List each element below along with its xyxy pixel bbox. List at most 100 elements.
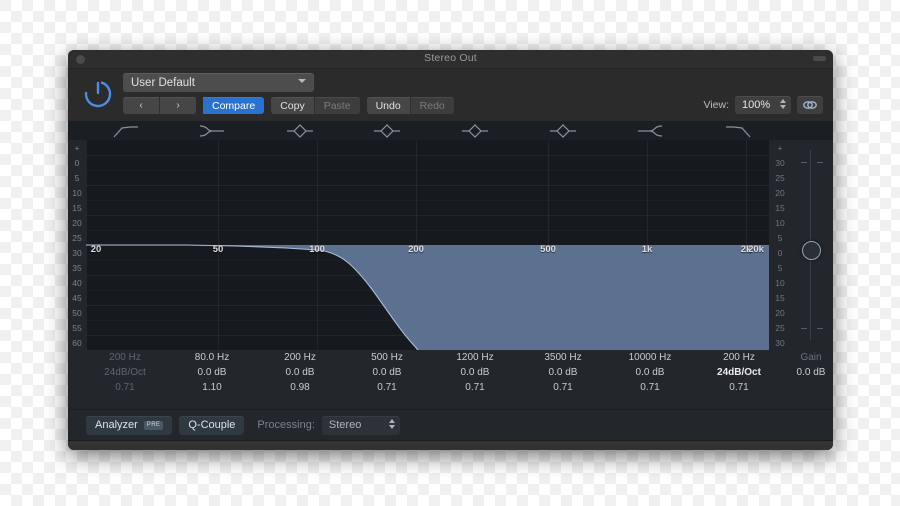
db-tick-right: 10 xyxy=(775,278,785,288)
stepper-icon xyxy=(388,418,395,429)
peak-filter-icon[interactable] xyxy=(546,123,580,139)
band-q[interactable]: 0.71 xyxy=(606,380,694,395)
low-shelf-filter-icon[interactable] xyxy=(195,123,229,139)
band-frequency[interactable]: 200 Hz xyxy=(256,350,344,365)
freq-tick-label: 20 xyxy=(90,244,102,255)
db-tick-left: 30 xyxy=(72,248,82,258)
plugin-footer: Linear Phase EQ xyxy=(68,440,833,450)
band-frequency[interactable]: 1200 Hz xyxy=(431,350,519,365)
db-tick-left: 35 xyxy=(72,263,82,273)
clipboard-button-group: Copy Paste xyxy=(271,97,360,114)
peak-filter-icon[interactable] xyxy=(283,123,317,139)
band-icon-strip xyxy=(68,122,833,140)
processing-value: Stereo xyxy=(328,419,362,431)
peak-filter-icon[interactable] xyxy=(458,123,492,139)
db-axis-left: + 0 5 10 15 20 25 30 35 40 45 50 55 60 xyxy=(68,140,86,350)
band-gain[interactable]: 24dB/Oct xyxy=(695,365,783,380)
band-q[interactable]: 0.71 xyxy=(431,380,519,395)
db-tick-right: 20 xyxy=(775,188,785,198)
band-gain[interactable]: 0.0 dB xyxy=(431,365,519,380)
nav-button-group: ‹ › xyxy=(123,97,196,114)
power-icon[interactable] xyxy=(80,76,116,112)
window-widget-icon[interactable] xyxy=(813,56,826,61)
band-frequency[interactable]: 80.0 Hz xyxy=(168,350,256,365)
db-tick-left: 5 xyxy=(74,173,80,183)
db-tick-left: 45 xyxy=(72,293,82,303)
band-q[interactable]: 0.98 xyxy=(256,380,344,395)
zoom-stepper[interactable]: 100% xyxy=(735,96,791,114)
plugin-bottom-bar: Analyzer PRE Q-Couple Processing: Stereo xyxy=(68,409,833,440)
freq-tick-label: 50 xyxy=(212,244,224,255)
band-frequency[interactable]: 3500 Hz xyxy=(519,350,607,365)
copy-button[interactable]: Copy xyxy=(271,97,314,114)
prev-preset-button[interactable]: ‹ xyxy=(123,97,159,114)
compare-button[interactable]: Compare xyxy=(203,97,265,114)
toolbar-button-row: ‹ › Compare Copy Paste Undo Redo xyxy=(123,97,461,114)
preset-select[interactable]: User Default xyxy=(123,73,314,92)
db-tick-left: 40 xyxy=(72,278,82,288)
band-gain[interactable]: 0.0 dB xyxy=(606,365,694,380)
eq-graph[interactable]: 20 50 100 200 500 1k 2k 5k 10k 20k xyxy=(86,140,769,350)
db-tick-right: 10 xyxy=(775,218,785,228)
compare-button-group: Compare xyxy=(203,97,265,114)
redo-button[interactable]: Redo xyxy=(409,97,454,114)
next-preset-button[interactable]: › xyxy=(159,97,196,114)
db-tick-left: 15 xyxy=(72,203,82,213)
db-tick-right: 0 xyxy=(777,248,783,258)
band-params-1[interactable]: 200 Hz 24dB/Oct 0.71 xyxy=(81,350,169,395)
highpass-filter-icon[interactable] xyxy=(108,123,142,139)
master-gain-readout[interactable]: Gain 0.0 dB xyxy=(788,350,833,380)
window-titlebar: Stereo Out xyxy=(68,50,833,69)
band-parameter-rows: 200 Hz 24dB/Oct 0.71 80.0 Hz 0.0 dB 1.10… xyxy=(68,350,833,396)
master-gain-slider[interactable] xyxy=(793,140,829,350)
q-couple-button[interactable]: Q-Couple xyxy=(179,415,245,435)
band-gain[interactable]: 0.0 dB xyxy=(343,365,431,380)
db-tick-right: 15 xyxy=(775,203,785,213)
band-frequency[interactable]: 200 Hz xyxy=(695,350,783,365)
db-tick-left: 10 xyxy=(72,188,82,198)
band-params-2[interactable]: 80.0 Hz 0.0 dB 1.10 xyxy=(168,350,256,395)
band-gain[interactable]: 0.0 dB xyxy=(256,365,344,380)
band-q[interactable]: 0.71 xyxy=(81,380,169,395)
band-q[interactable]: 1.10 xyxy=(168,380,256,395)
window-title: Stereo Out xyxy=(424,52,477,64)
band-q[interactable]: 0.71 xyxy=(519,380,607,395)
band-frequency[interactable]: 10000 Hz xyxy=(606,350,694,365)
band-q[interactable]: 0.71 xyxy=(343,380,431,395)
db-tick-left: 55 xyxy=(72,323,82,333)
analyzer-pre-badge[interactable]: PRE xyxy=(143,420,164,430)
analyzer-button[interactable]: Analyzer PRE xyxy=(86,415,173,435)
paste-button[interactable]: Paste xyxy=(313,97,360,114)
band-params-3[interactable]: 200 Hz 0.0 dB 0.98 xyxy=(256,350,344,395)
link-icon[interactable] xyxy=(797,96,823,114)
db-tick-right: 25 xyxy=(775,173,785,183)
band-gain[interactable]: 24dB/Oct xyxy=(81,365,169,380)
band-params-8[interactable]: 200 Hz 24dB/Oct 0.71 xyxy=(695,350,783,395)
band-params-4[interactable]: 500 Hz 0.0 dB 0.71 xyxy=(343,350,431,395)
band-gain[interactable]: 0.0 dB xyxy=(519,365,607,380)
peak-filter-icon[interactable] xyxy=(370,123,404,139)
db-tick-right: 5 xyxy=(777,263,783,273)
gain-slider-knob[interactable] xyxy=(802,241,821,260)
db-tick-right: 5 xyxy=(777,233,783,243)
band-frequency[interactable]: 200 Hz xyxy=(81,350,169,365)
preset-name: User Default xyxy=(131,76,195,89)
lowpass-filter-icon[interactable] xyxy=(722,123,756,139)
chevron-down-icon xyxy=(298,79,306,83)
undo-button[interactable]: Undo xyxy=(366,97,410,114)
zoom-value: 100% xyxy=(742,99,771,111)
db-tick-left: 0 xyxy=(74,158,80,168)
band-params-5[interactable]: 1200 Hz 0.0 dB 0.71 xyxy=(431,350,519,395)
band-frequency[interactable]: 500 Hz xyxy=(343,350,431,365)
band-q[interactable]: 0.71 xyxy=(695,380,783,395)
band-params-7[interactable]: 10000 Hz 0.0 dB 0.71 xyxy=(606,350,694,395)
band-gain[interactable]: 0.0 dB xyxy=(168,365,256,380)
eq-body: + 0 5 10 15 20 25 30 35 40 45 50 55 60 2… xyxy=(68,122,833,409)
db-tick-left: 20 xyxy=(72,218,82,228)
processing-select[interactable]: Stereo xyxy=(321,415,400,435)
history-button-group: Undo Redo xyxy=(366,97,454,114)
high-shelf-filter-icon[interactable] xyxy=(633,123,667,139)
screenshot-root: Stereo Out User Default ‹ › Compare Copy… xyxy=(0,0,900,506)
master-gain-value[interactable]: 0.0 dB xyxy=(788,365,833,380)
band-params-6[interactable]: 3500 Hz 0.0 dB 0.71 xyxy=(519,350,607,395)
